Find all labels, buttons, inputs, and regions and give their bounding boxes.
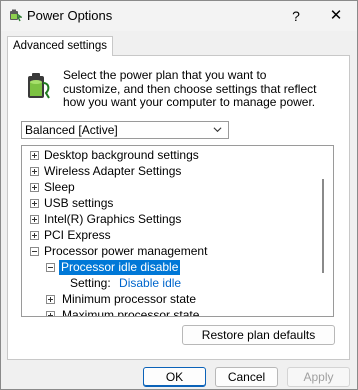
tree-item-label: USB settings — [44, 196, 114, 210]
help-button[interactable]: ? — [283, 5, 309, 27]
tree-item-label: Minimum processor state — [62, 292, 197, 306]
settings-tree[interactable]: Desktop background settings Wireless Ada… — [21, 145, 334, 317]
expand-plus-icon[interactable] — [30, 183, 39, 192]
setting-label: Setting: — [70, 276, 111, 290]
tree-item-label: Desktop background settings — [44, 148, 199, 162]
power-plan-selected-value: Balanced [Active] — [25, 123, 118, 137]
tree-item-label-selected: Processor idle disable — [59, 260, 181, 275]
power-plan-select[interactable]: Balanced [Active] — [21, 121, 229, 139]
tab-advanced-settings[interactable]: Advanced settings — [7, 36, 113, 56]
tree-scrollbar-thumb[interactable] — [322, 179, 324, 273]
setting-value-link[interactable]: Disable idle — [119, 276, 181, 290]
collapse-minus-icon[interactable] — [46, 263, 55, 272]
title-bar: Power Options ? ✕ — [1, 1, 357, 31]
expand-plus-icon[interactable] — [46, 311, 55, 316]
power-options-dialog: Power Options ? ✕ Advanced settings Sele… — [0, 0, 358, 390]
tree-item-label: Intel(R) Graphics Settings — [44, 212, 182, 226]
power-options-app-icon — [10, 9, 22, 22]
intro-text: Select the power plan that you want to c… — [63, 68, 317, 110]
tree-item-label: Processor power management — [44, 244, 208, 258]
expand-plus-icon[interactable] — [30, 215, 39, 224]
expand-plus-icon[interactable] — [30, 231, 39, 240]
tree-item-label: PCI Express — [44, 228, 111, 242]
expand-plus-icon[interactable] — [30, 199, 39, 208]
tree-item-label: Sleep — [44, 180, 75, 194]
window-title: Power Options — [27, 8, 113, 23]
expand-plus-icon[interactable] — [46, 295, 55, 304]
ok-button[interactable]: OK — [143, 367, 206, 387]
apply-button[interactable]: Apply — [287, 367, 350, 387]
tree-item-label: Wireless Adapter Settings — [44, 164, 182, 178]
expand-plus-icon[interactable] — [30, 167, 39, 176]
collapse-minus-icon[interactable] — [30, 247, 39, 256]
restore-plan-defaults-button[interactable]: Restore plan defaults — [182, 325, 335, 345]
cancel-button[interactable]: Cancel — [215, 367, 278, 387]
tree-item-label: Maximum processor state — [62, 308, 200, 317]
tree-item-setting-value[interactable]: Setting: Disable idle — [70, 276, 181, 291]
chevron-down-icon — [213, 127, 222, 133]
expand-plus-icon[interactable] — [30, 151, 39, 160]
battery-power-icon — [28, 73, 50, 99]
close-button[interactable]: ✕ — [323, 5, 349, 27]
